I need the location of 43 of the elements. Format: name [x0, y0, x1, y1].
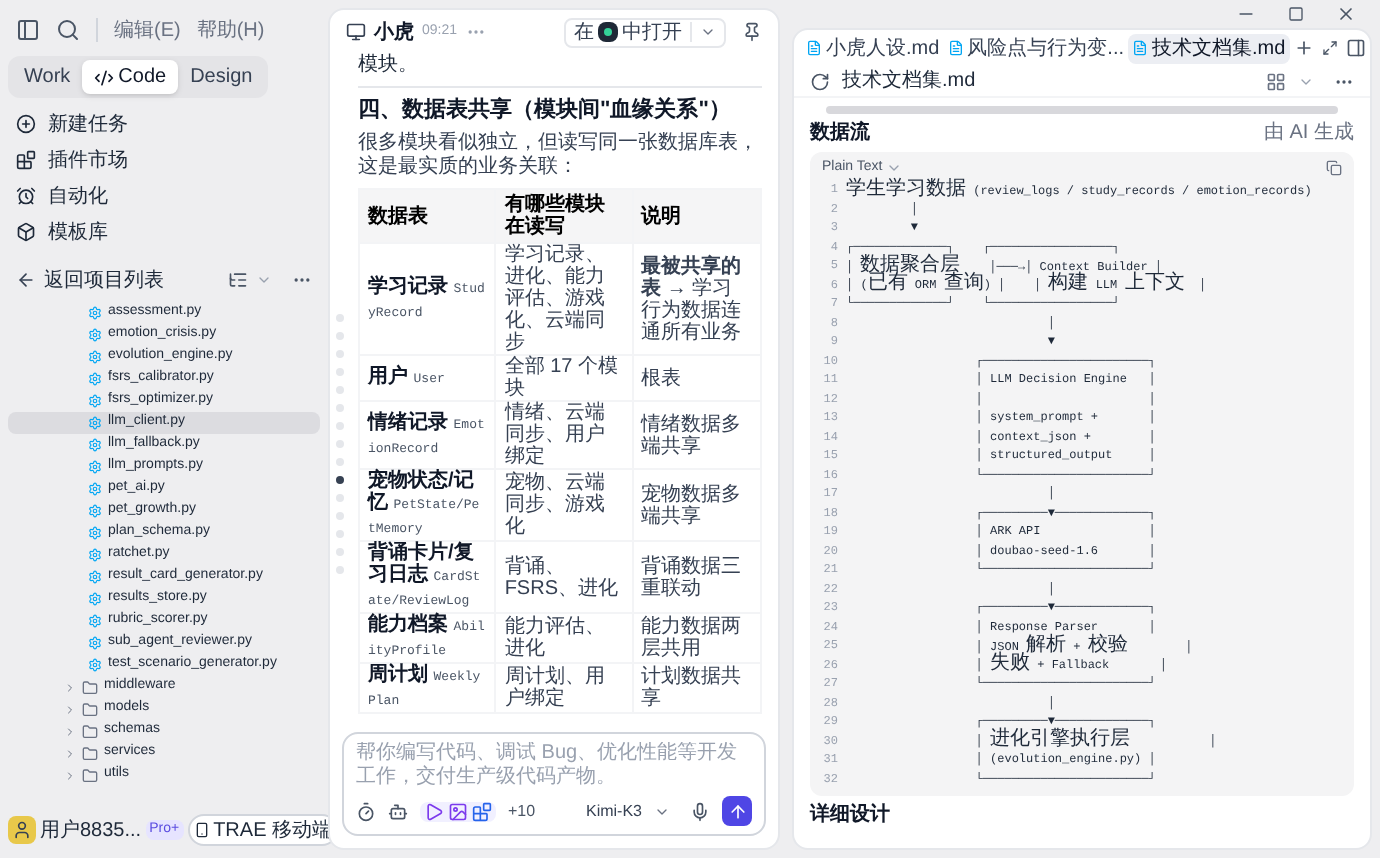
- table-cell: 计划数据共享: [632, 663, 761, 713]
- nav-item[interactable]: 插件市场: [8, 142, 320, 178]
- back-to-projects-link[interactable]: 返回项目列表: [44, 265, 164, 295]
- section-heading: 数据流: [810, 118, 870, 148]
- paragraph-text: 模块。: [358, 54, 420, 78]
- table-cell: 最被共享的表 → 学习行为数据连通所有业务: [632, 243, 761, 355]
- model-selector[interactable]: Kimi-K3: [585, 799, 642, 823]
- table-cell: 背诵数据三重联动: [632, 541, 761, 613]
- agent-name: 小虎: [374, 19, 414, 47]
- menu-item[interactable]: 帮助(H): [196, 15, 265, 45]
- table-cell: 根表: [632, 355, 761, 401]
- mode-tab[interactable]: Design: [178, 60, 265, 94]
- section-heading: 详细设计: [810, 804, 892, 828]
- table-cell: 情绪、云端同步、用户绑定: [495, 401, 633, 469]
- column-header: 数据表: [359, 189, 496, 243]
- file-tab[interactable]: 小虎人设.md: [802, 33, 944, 63]
- table-cell: 周计划、用户绑定: [495, 663, 633, 713]
- section-heading: 四、数据表共享（模块间"血缘关系"）: [358, 96, 733, 124]
- file-title: 技术文档集.md: [842, 67, 976, 96]
- open-in-button[interactable]: 在 中打开: [564, 17, 726, 47]
- mode-tab[interactable]: Work: [12, 60, 83, 94]
- paragraph-text: 很多模块看似独立，但读写同一张数据库表，这是最实质的业务关联：: [358, 132, 760, 180]
- nav-item[interactable]: 新建任务: [8, 106, 320, 142]
- chat-input-box[interactable]: 帮你编写代码、调试 Bug、优化性能等开发工作，交付生产级代码产物。 +10 Kimi-K3: [342, 732, 766, 836]
- table-cell: 全部 17 个模块: [495, 355, 633, 401]
- extra-count: +10: [508, 799, 536, 823]
- mode-tab[interactable]: Code: [82, 60, 179, 94]
- nav-item[interactable]: 自动化: [8, 178, 320, 214]
- table-cell: 能力评估、进化: [495, 613, 633, 663]
- file-tab[interactable]: 风险点与行为变...: [943, 33, 1129, 63]
- menu-item[interactable]: 编辑(E): [114, 15, 181, 45]
- table-cell: 宠物数据多端共享: [632, 469, 761, 541]
- table-cell: 能力数据两层共用: [632, 613, 761, 663]
- table-cell: 宠物、云端同步、游戏化: [495, 469, 633, 541]
- table-cell: 学习记录、进化、能力评估、游戏化、云端同步: [495, 243, 633, 355]
- ai-note: 由 AI 生成: [1263, 119, 1354, 148]
- column-header: 说明: [632, 189, 761, 243]
- table-cell: 情绪数据多端共享: [632, 401, 761, 469]
- user-name: 用户8835...: [40, 817, 142, 845]
- table-cell: 背诵、FSRS、进化: [495, 541, 633, 613]
- nav-item[interactable]: 模板库: [8, 214, 320, 250]
- file-tab[interactable]: 技术文档集.md: [1128, 33, 1290, 63]
- column-header: 有哪些模块在读写: [495, 189, 633, 243]
